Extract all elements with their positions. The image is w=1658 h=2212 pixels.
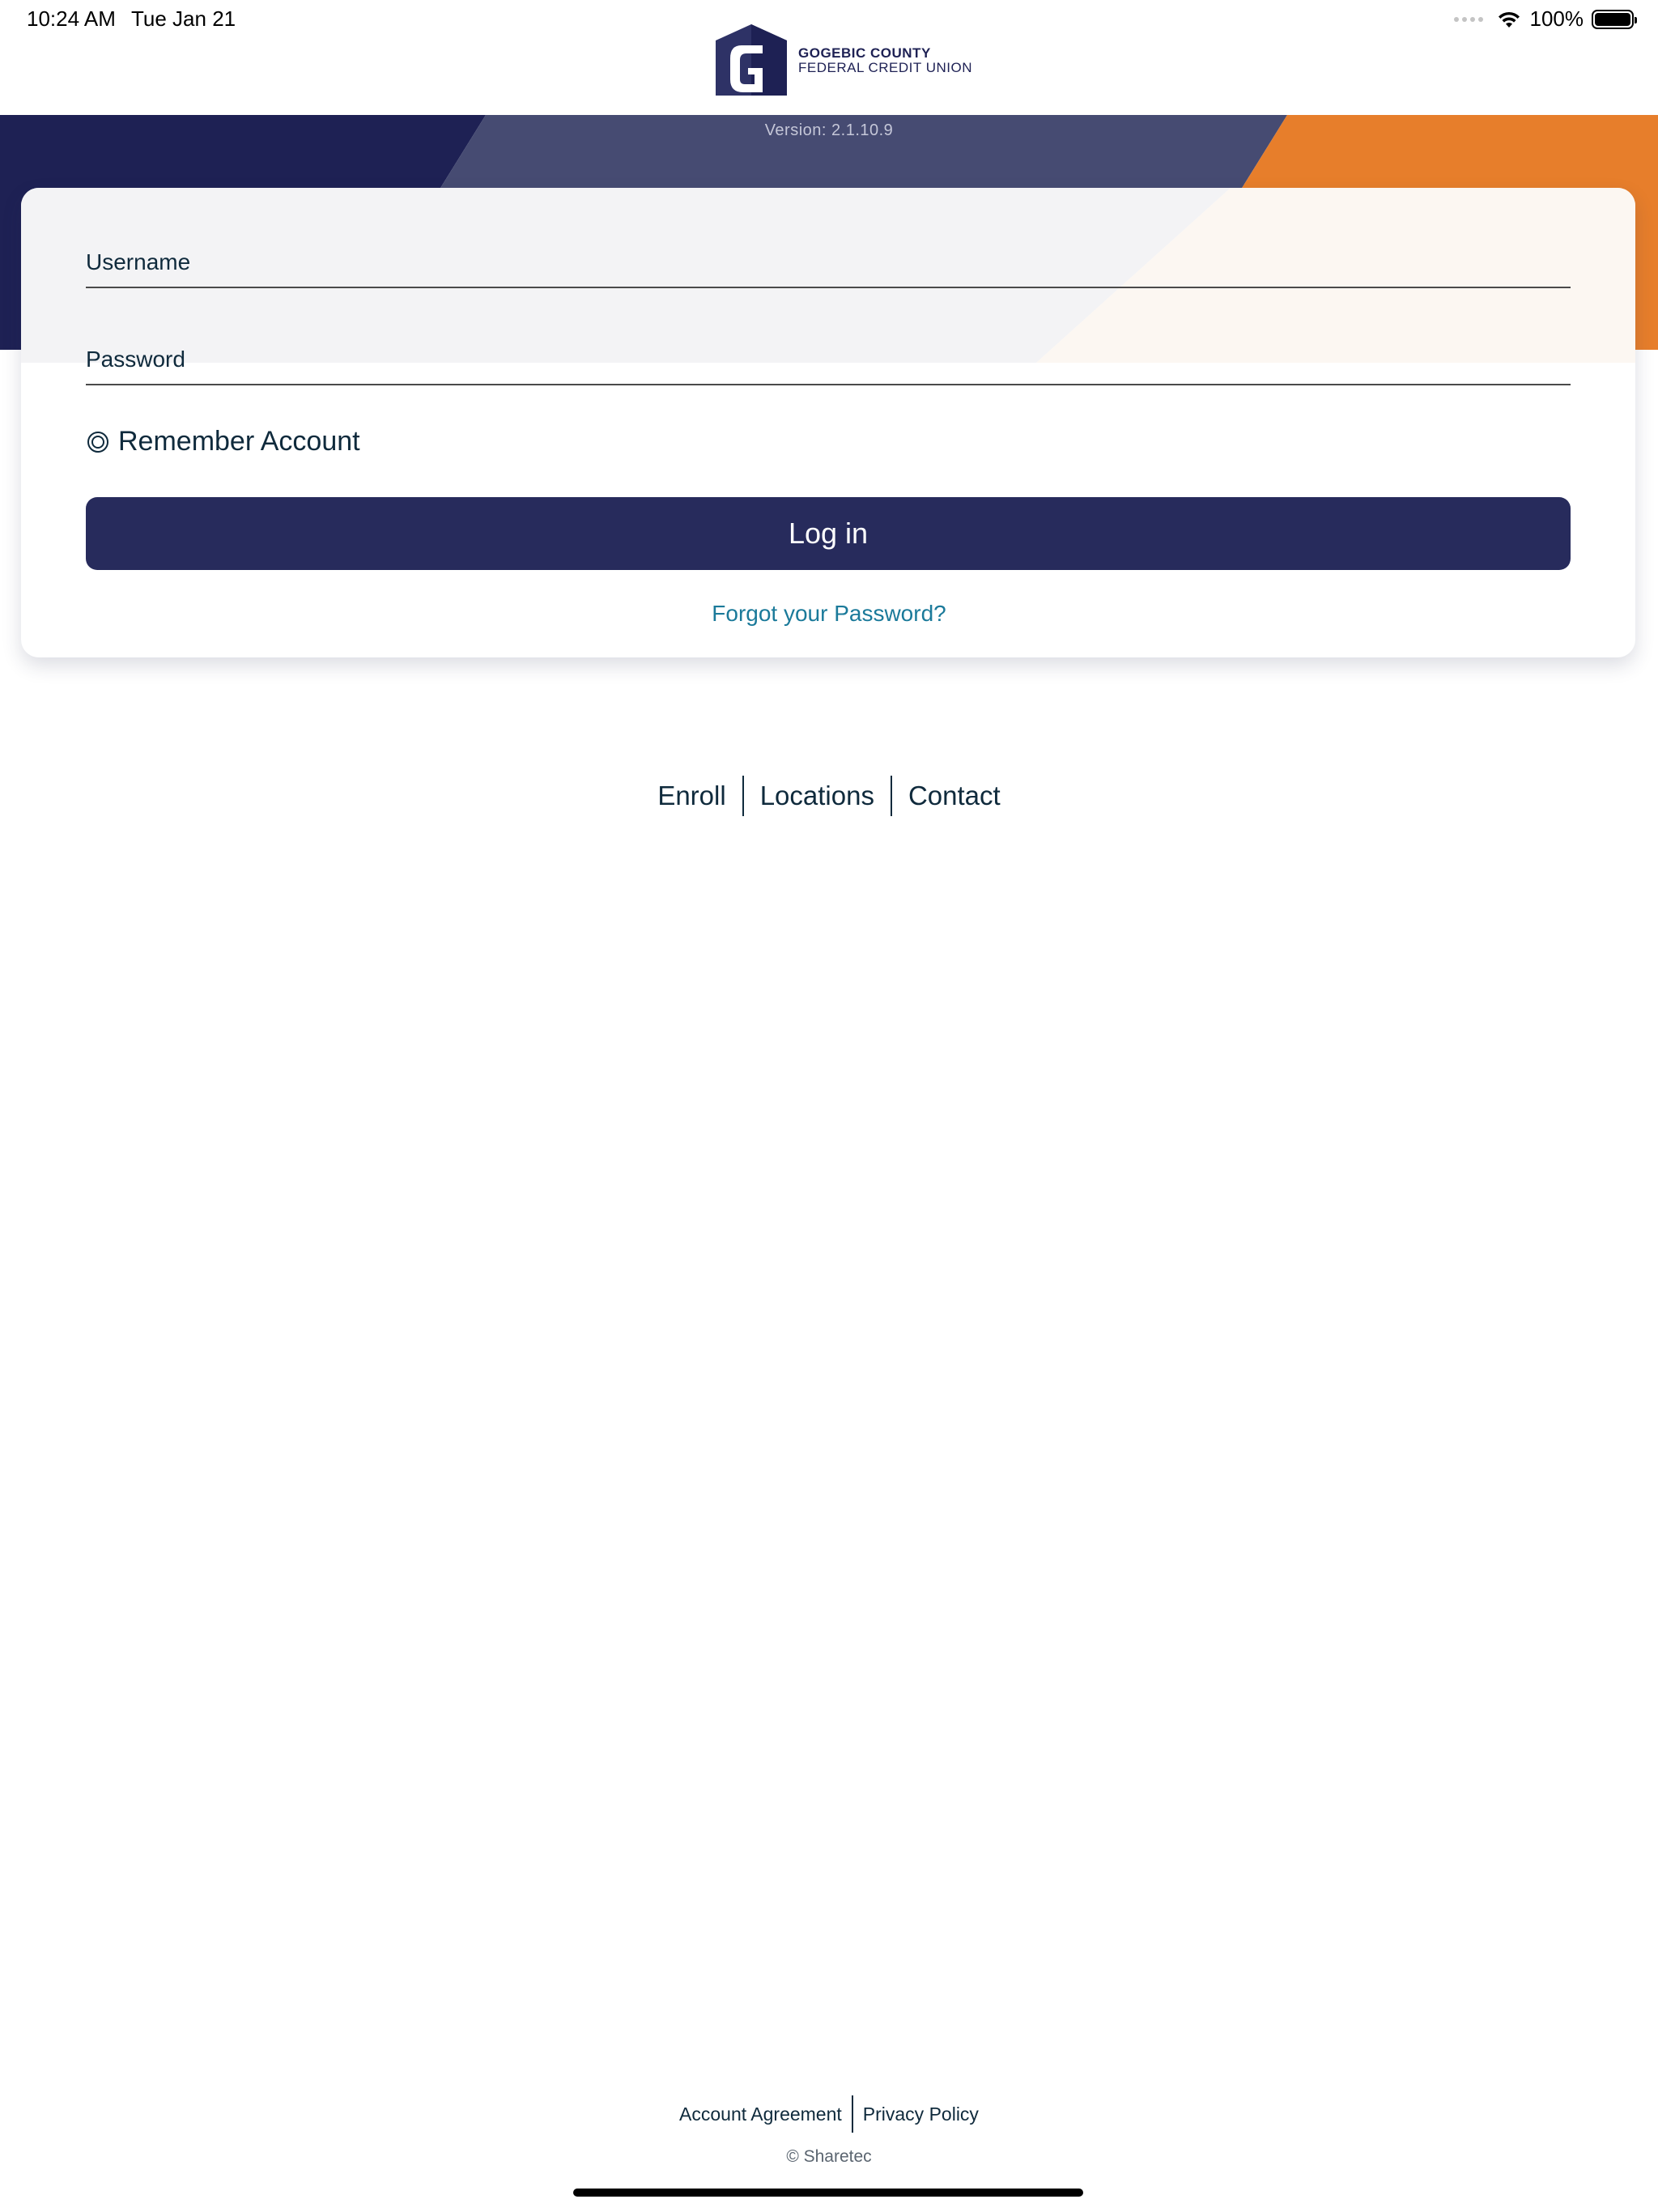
status-indicators: 100% <box>1453 6 1637 32</box>
credit-union-logo: GOGEBIC COUNTY FEDERAL CREDIT UNION <box>712 23 972 99</box>
remember-radio-icon[interactable] <box>87 431 108 453</box>
logo-line1: GOGEBIC COUNTY <box>798 45 931 62</box>
app-version: Version: 2.1.10.9 <box>764 121 894 139</box>
status-date: Tue Jan 21 <box>131 6 236 31</box>
privacy-policy-link[interactable]: Privacy Policy <box>853 2104 988 2125</box>
logo-line2: FEDERAL CREDIT UNION <box>798 60 972 75</box>
quick-links: Enroll Locations Contact <box>0 776 1658 816</box>
copyright: © Sharetec <box>786 2147 872 2166</box>
wifi-icon <box>1498 11 1520 28</box>
locations-link[interactable]: Locations <box>744 781 891 811</box>
battery-percent: 100% <box>1529 6 1584 31</box>
battery-fill <box>1595 12 1630 26</box>
account-agreement-link[interactable]: Account Agreement <box>670 2104 852 2125</box>
battery-icon <box>1592 9 1637 29</box>
footer-links: Account Agreement Privacy Policy <box>0 2095 1658 2133</box>
forgot-password-link[interactable]: Forgot your Password? <box>712 601 946 626</box>
forgot-password-row: Forgot your Password? <box>0 601 1658 627</box>
remember-account-label: Remember Account <box>118 426 360 457</box>
status-time: 10:24 AM <box>27 6 116 31</box>
login-button[interactable]: Log in <box>86 497 1571 570</box>
username-field[interactable]: Username <box>86 232 1571 288</box>
home-indicator[interactable] <box>573 2189 1083 2197</box>
logo-wordmark: GOGEBIC COUNTY FEDERAL CREDIT UNION <box>798 46 972 75</box>
signal-dots-icon <box>1453 16 1483 22</box>
enroll-link[interactable]: Enroll <box>641 781 742 811</box>
logo-g-icon <box>716 24 787 96</box>
username-input[interactable] <box>86 243 1571 283</box>
password-input[interactable] <box>86 340 1571 381</box>
contact-link[interactable]: Contact <box>892 781 1017 811</box>
password-field[interactable]: Password <box>86 329 1571 385</box>
remember-account-toggle[interactable]: Remember Account <box>87 426 360 457</box>
